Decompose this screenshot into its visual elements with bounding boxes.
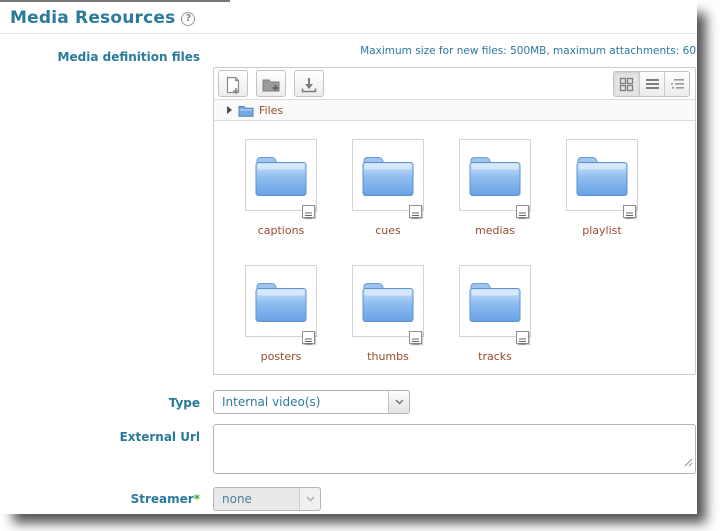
download-all-button[interactable] (294, 70, 324, 97)
folder-label[interactable]: cues (352, 224, 424, 237)
display-icons-button[interactable] (614, 72, 639, 96)
display-tree-button[interactable] (664, 72, 689, 96)
streamer-label-text: Streamer (131, 492, 194, 506)
file-manager: Files captions (213, 67, 696, 375)
folder-context-menu-icon[interactable] (623, 205, 636, 218)
folder-thumbnail[interactable] (352, 139, 424, 211)
type-label: Type (0, 396, 200, 410)
folder-item[interactable]: playlist (566, 139, 638, 237)
chevron-down-icon (388, 391, 409, 413)
folder-label[interactable]: thumbs (352, 350, 424, 363)
folder-context-menu-icon[interactable] (409, 331, 422, 344)
folder-icon (468, 278, 522, 324)
type-select[interactable]: Internal video(s) (213, 390, 410, 414)
breadcrumb: Files (214, 99, 695, 121)
display-tree-icon (670, 77, 685, 92)
add-file-button[interactable] (218, 70, 248, 97)
folder-grid: captions cues (214, 121, 695, 391)
folder-context-menu-icon[interactable] (516, 331, 529, 344)
breadcrumb-folder-icon (238, 104, 254, 117)
folder-icon (254, 278, 308, 324)
folder-item[interactable]: captions (245, 139, 317, 237)
folder-label[interactable]: captions (245, 224, 317, 237)
display-icons-icon (619, 77, 634, 92)
folder-icon (575, 152, 629, 198)
chevron-down-icon (299, 488, 320, 510)
streamer-select-value: none (222, 492, 252, 506)
page-title-text: Media Resources (10, 8, 175, 28)
folder-item[interactable]: cues (352, 139, 424, 237)
folder-item[interactable]: thumbs (352, 265, 424, 363)
external-url-textarea[interactable] (213, 424, 696, 474)
page-title: Media Resources? (10, 8, 195, 28)
file-manager-toolbar (214, 68, 695, 99)
view-mode-group (613, 71, 690, 97)
folder-label[interactable]: medias (459, 224, 531, 237)
folder-icon (361, 152, 415, 198)
folder-label[interactable]: playlist (566, 224, 638, 237)
folder-icon (468, 152, 522, 198)
folder-context-menu-icon[interactable] (302, 205, 315, 218)
folder-icon (254, 152, 308, 198)
section-divider (0, 33, 697, 34)
folder-context-menu-icon[interactable] (409, 205, 422, 218)
folder-item[interactable]: posters (245, 265, 317, 363)
required-asterisk: * (194, 492, 200, 506)
folder-context-menu-icon[interactable] (516, 205, 529, 218)
folder-item[interactable]: tracks (459, 265, 531, 363)
folder-thumbnail[interactable] (459, 265, 531, 337)
streamer-select[interactable]: none (213, 487, 321, 511)
media-definition-files-label: Media definition files (0, 50, 200, 64)
folder-label[interactable]: tracks (459, 350, 531, 363)
display-list-button[interactable] (639, 72, 664, 96)
folder-thumbnail[interactable] (245, 265, 317, 337)
streamer-label: Streamer* (0, 492, 200, 506)
form-page: Media Resources? Media definition files … (0, 0, 697, 514)
folder-thumbnail[interactable] (245, 139, 317, 211)
download-all-icon (300, 76, 318, 94)
display-list-icon (645, 77, 660, 92)
external-url-label: External Url (0, 430, 200, 444)
crop-artifact (0, 0, 230, 2)
resize-handle-icon[interactable] (683, 452, 693, 471)
create-folder-button[interactable] (256, 70, 286, 97)
max-size-info: Maximum size for new files: 500MB, maxim… (213, 45, 696, 57)
folder-thumbnail[interactable] (352, 265, 424, 337)
type-select-value: Internal video(s) (222, 395, 320, 409)
folder-label[interactable]: posters (245, 350, 317, 363)
help-icon[interactable]: ? (181, 12, 195, 26)
expand-triangle-icon[interactable] (227, 106, 232, 114)
folder-context-menu-icon[interactable] (302, 331, 315, 344)
add-file-icon (224, 75, 242, 95)
folder-item[interactable]: medias (459, 139, 531, 237)
folder-thumbnail[interactable] (566, 139, 638, 211)
create-folder-icon (261, 76, 281, 94)
folder-icon (361, 278, 415, 324)
breadcrumb-root-link[interactable]: Files (259, 104, 283, 117)
folder-thumbnail[interactable] (459, 139, 531, 211)
